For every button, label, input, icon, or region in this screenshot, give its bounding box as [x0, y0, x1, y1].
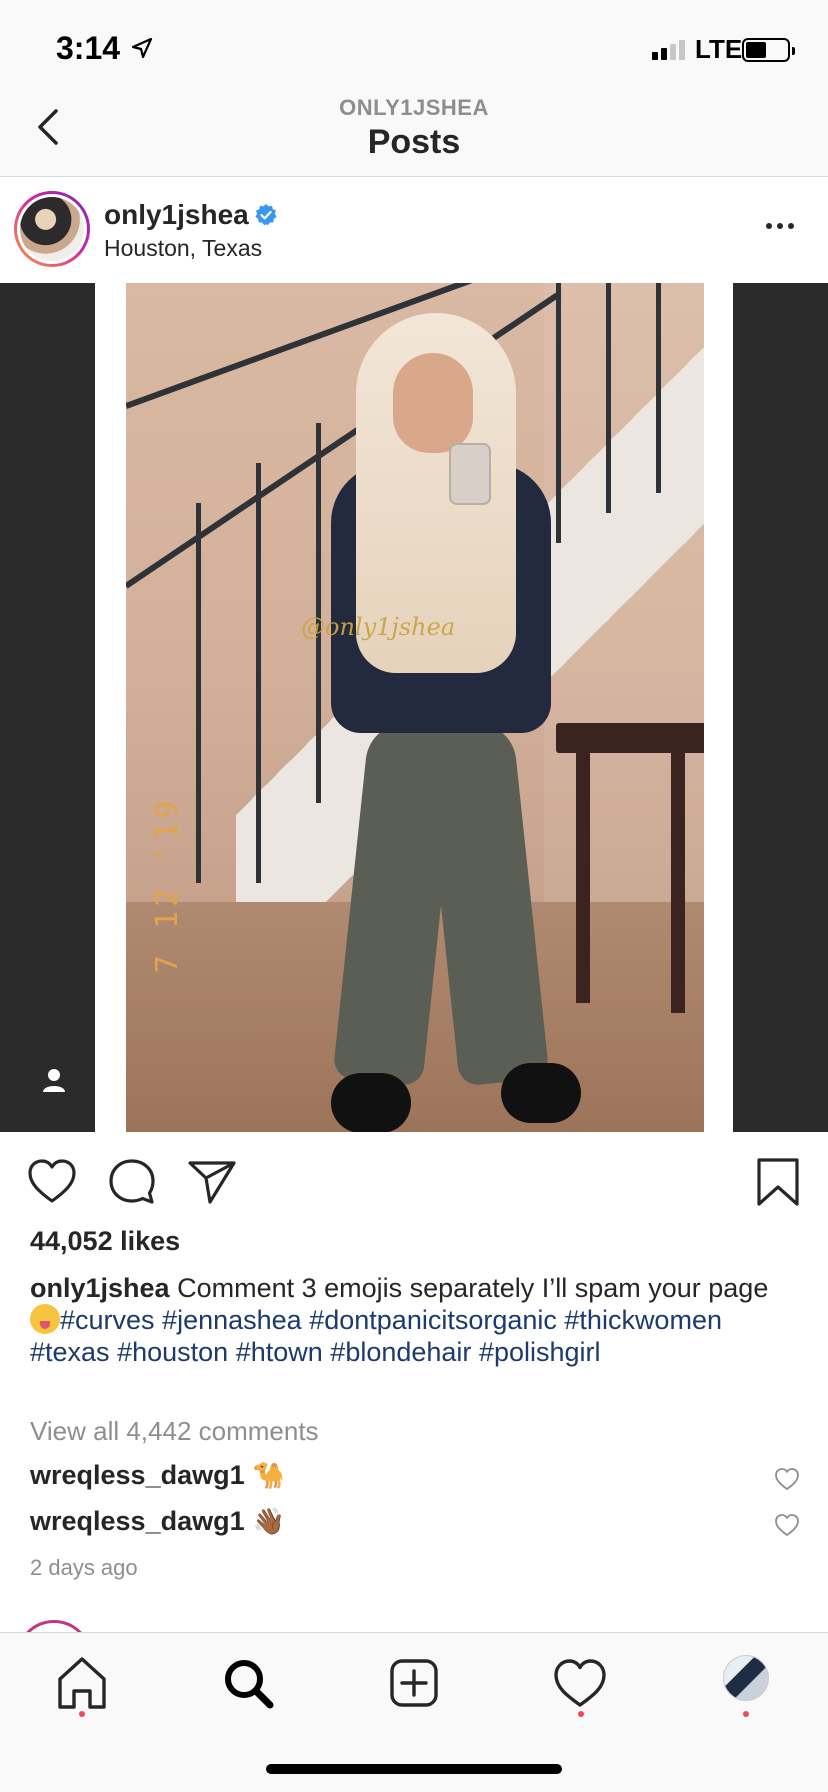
status-time: 3:14 [56, 30, 121, 66]
signal-strength-icon [652, 40, 685, 60]
hashtag[interactable]: #curves [60, 1305, 155, 1335]
tongue-out-emoji-icon [30, 1304, 60, 1334]
activity-heart-icon[interactable] [550, 1653, 610, 1713]
post-image[interactable]: @only1jshea 7 12 '19 [0, 283, 828, 1132]
bookmark-icon[interactable] [752, 1156, 804, 1208]
hashtag[interactable]: #polishgirl [479, 1337, 601, 1367]
more-options-icon[interactable] [766, 223, 794, 229]
post-caption: only1jshea Comment 3 emojis separately I… [30, 1272, 800, 1368]
photo: @only1jshea 7 12 '19 [126, 283, 704, 1132]
profile-notification-dot [743, 1711, 749, 1717]
image-watermark: @only1jshea [301, 613, 456, 641]
caption-username[interactable]: only1jshea [30, 1273, 170, 1303]
nav-header: ONLY1JSHEA Posts [0, 95, 828, 177]
hashtag[interactable]: #texas [30, 1337, 110, 1367]
hashtag[interactable]: #blondehair [330, 1337, 471, 1367]
comment-username[interactable]: wreqless_dawg1 [30, 1460, 245, 1490]
comment-username[interactable]: wreqless_dawg1 [30, 1506, 245, 1536]
add-post-icon[interactable] [384, 1653, 444, 1713]
comment-row: wreqless_dawg1 👋🏾 [30, 1506, 800, 1546]
battery-icon [742, 38, 795, 62]
comment-text: 🐪 [252, 1460, 285, 1490]
activity-notification-dot [578, 1711, 584, 1717]
comment-heart-icon[interactable] [774, 1466, 800, 1492]
hashtag[interactable]: #thickwomen [564, 1305, 722, 1335]
comment-text: 👋🏾 [252, 1506, 285, 1536]
like-count[interactable]: 44,052 likes [30, 1226, 180, 1257]
post-timestamp: 2 days ago [30, 1555, 138, 1580]
hashtag[interactable]: #dontpanicitsorganic [309, 1305, 557, 1335]
comment-heart-icon[interactable] [774, 1512, 800, 1538]
network-type: LTE [695, 34, 743, 64]
hashtag[interactable]: #jennashea [162, 1305, 302, 1335]
search-icon[interactable] [218, 1653, 278, 1713]
comment-icon[interactable] [106, 1156, 158, 1208]
post-header: only1jshea Houston, Texas [0, 177, 828, 283]
image-date-stamp: 7 12 '19 [150, 796, 185, 974]
header-username: ONLY1JSHEA [339, 95, 489, 120]
heart-icon[interactable] [26, 1156, 78, 1208]
view-all-comments-link[interactable]: View all 4,442 comments [30, 1416, 319, 1447]
location-arrow-icon [131, 37, 153, 59]
post-actions [0, 1132, 828, 1232]
home-indicator [266, 1764, 562, 1774]
post-username[interactable]: only1jshea [104, 199, 249, 231]
tagged-user-icon[interactable] [38, 1064, 70, 1096]
send-icon[interactable] [186, 1156, 238, 1208]
verified-badge-icon [255, 204, 277, 226]
page-title: Posts [367, 123, 461, 161]
caption-text: Comment 3 emojis separately I’ll spam yo… [177, 1273, 769, 1303]
post-location[interactable]: Houston, Texas [104, 235, 262, 262]
home-icon[interactable] [52, 1653, 112, 1713]
status-bar: 3:14 LTE [0, 0, 828, 95]
profile-avatar[interactable] [723, 1655, 769, 1701]
hashtag[interactable]: #htown [236, 1337, 323, 1367]
avatar[interactable] [14, 191, 90, 267]
hashtag[interactable]: #houston [117, 1337, 228, 1367]
home-notification-dot [79, 1711, 85, 1717]
comment-row: wreqless_dawg1 🐪 [30, 1460, 800, 1500]
photo-frame: @only1jshea 7 12 '19 [95, 283, 733, 1132]
